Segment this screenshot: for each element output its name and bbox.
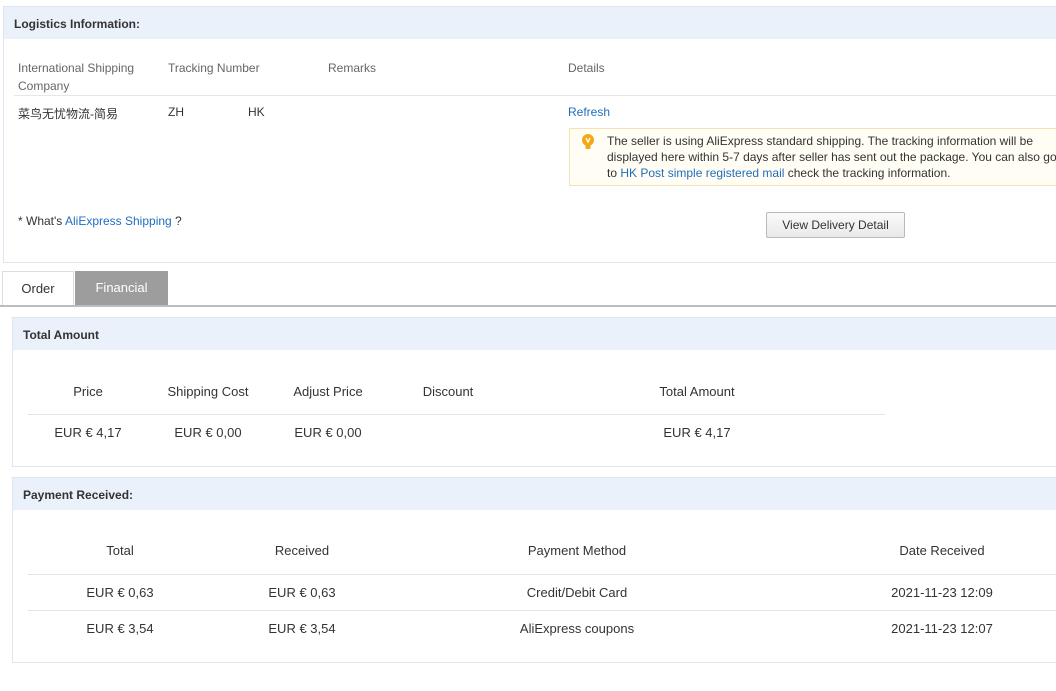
refresh-link[interactable]: Refresh: [568, 105, 610, 119]
payment-divider-2: [28, 610, 1056, 611]
tab-financial[interactable]: Financial: [75, 271, 168, 305]
logistics-divider: [14, 95, 1056, 96]
td-price: EUR € 4,17: [54, 425, 122, 440]
th-shipping-cost: Shipping Cost: [167, 384, 249, 399]
payment-row-2-method: AliExpress coupons: [519, 621, 635, 636]
th-total-amount: Total Amount: [659, 384, 735, 399]
view-delivery-detail-button[interactable]: View Delivery Detail: [766, 212, 905, 238]
th-date-received: Date Received: [899, 543, 985, 558]
total-amount-header: Total Amount: [13, 318, 1056, 350]
shipping-notice: The seller is using AliExpress standard …: [569, 128, 1056, 186]
col-header-tracking: Tracking Number: [168, 61, 260, 75]
whats-suffix: ?: [171, 214, 182, 228]
aliexpress-shipping-link[interactable]: AliExpress Shipping: [65, 214, 172, 228]
lightbulb-icon: [582, 134, 594, 149]
td-shipping-cost: EUR € 0,00: [174, 425, 242, 440]
th-received: Received: [274, 543, 330, 558]
payment-row-1-date: 2021-11-23 12:09: [891, 585, 993, 600]
col-header-details: Details: [568, 61, 605, 75]
payment-row-2-total: EUR € 3,54: [86, 621, 154, 636]
col-header-remarks: Remarks: [328, 61, 377, 75]
payment-row-1-total: EUR € 0,63: [86, 585, 154, 600]
notice-text-after: check the tracking information.: [784, 166, 951, 180]
logistics-title: Logistics Information:: [14, 17, 140, 31]
payment-received-header: Payment Received:: [13, 478, 1056, 510]
notice-text: The seller is using AliExpress standard …: [607, 133, 1056, 181]
logistics-panel: Logistics Information: International Shi…: [3, 6, 1056, 263]
total-amount-panel: Total Amount Price Shipping Cost Adjust …: [12, 317, 1056, 467]
whats-prefix: * What's: [18, 214, 65, 228]
tracking-number-suffix: HK: [248, 105, 265, 119]
payment-row-2-received: EUR € 3,54: [268, 621, 336, 636]
th-discount: Discount: [422, 384, 474, 399]
logistics-header: Logistics Information:: [4, 7, 1056, 39]
tab-bar: Order Financial: [0, 271, 1056, 307]
total-amount-divider: [28, 414, 885, 415]
payment-row-1-received: EUR € 0,63: [268, 585, 336, 600]
shipping-company: 菜鸟无忧物流-简易: [18, 107, 118, 121]
payment-row-2-date: 2021-11-23 12:07: [891, 621, 993, 636]
whats-shipping: * What's AliExpress Shipping ?: [18, 214, 182, 228]
total-amount-title: Total Amount: [23, 328, 99, 342]
th-price: Price: [73, 384, 103, 399]
td-adjust-price: EUR € 0,00: [294, 425, 362, 440]
col-header-company: International Shipping Company: [18, 61, 135, 93]
tab-underline: [0, 305, 1056, 307]
th-total: Total: [106, 543, 134, 558]
hk-post-link[interactable]: HK Post simple registered mail: [620, 166, 784, 180]
payment-divider-1: [28, 574, 1056, 575]
th-adjust-price: Adjust Price: [293, 384, 363, 399]
td-total-amount: EUR € 4,17: [663, 425, 731, 440]
tracking-number-prefix: ZH: [168, 105, 184, 119]
tab-order[interactable]: Order: [2, 271, 74, 305]
payment-received-title: Payment Received:: [23, 488, 134, 502]
payment-received-panel: Payment Received: Total Received Payment…: [12, 477, 1056, 663]
payment-row-1-method: Credit/Debit Card: [526, 585, 628, 600]
th-payment-method: Payment Method: [527, 543, 627, 558]
